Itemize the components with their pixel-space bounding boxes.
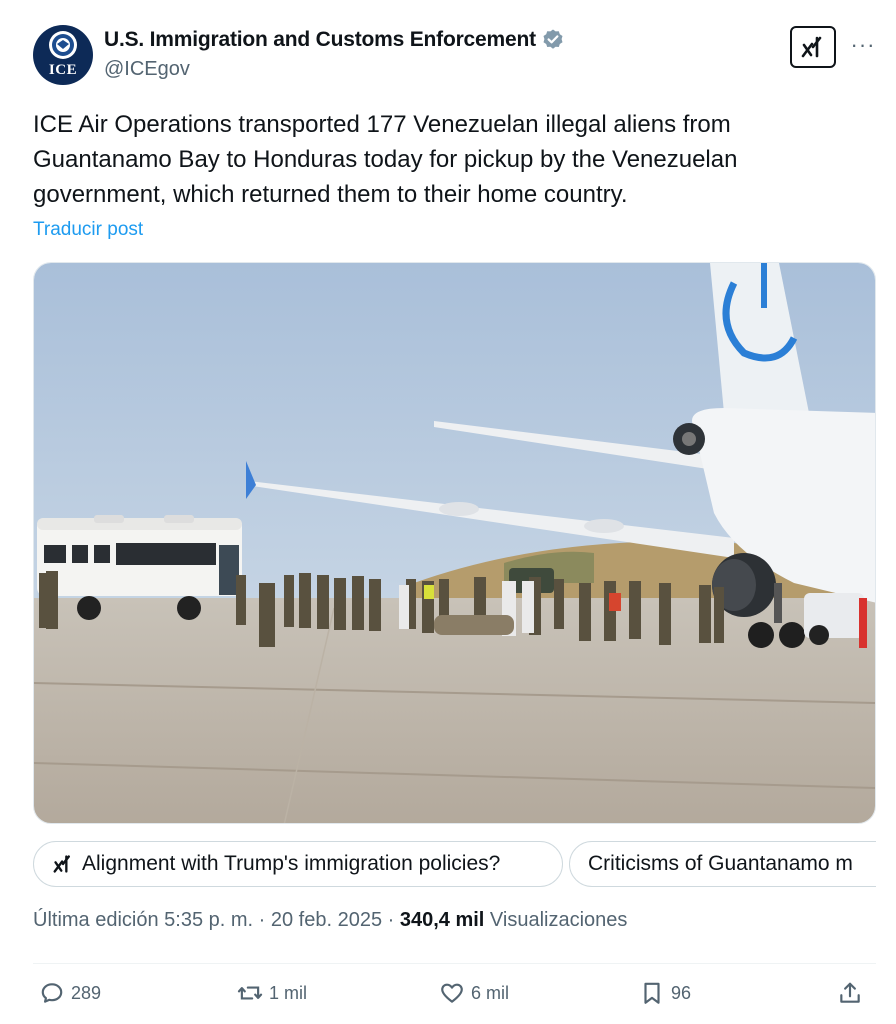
bookmark-button[interactable]: 96 <box>639 980 691 1006</box>
repost-icon <box>237 986 263 1000</box>
reply-button[interactable]: 289 <box>39 980 101 1006</box>
author-display-name[interactable]: U.S. Immigration and Customs Enforcement <box>104 28 536 52</box>
author-name-row: U.S. Immigration and Customs Enforcement <box>104 28 565 52</box>
divider <box>33 963 876 964</box>
suggestion-chip-label: Criticisms of Guantanamo m <box>588 852 853 875</box>
dhs-seal-icon <box>49 31 77 59</box>
post-text: ICE Air Operations transported 177 Venez… <box>33 111 738 208</box>
suggestion-chip[interactable]: Alignment with Trump's immigration polic… <box>33 841 563 887</box>
verified-badge-icon[interactable] <box>541 28 565 52</box>
bookmark-count: 96 <box>671 982 692 1003</box>
repost-button[interactable]: 1 mil <box>237 980 307 1006</box>
repost-count: 1 mil <box>269 982 308 1003</box>
post-meta: Última edición 5:35 p. m. · 20 feb. 2025… <box>33 909 627 932</box>
grok-icon <box>53 855 70 873</box>
avatar[interactable]: ICE <box>33 25 93 85</box>
share-button[interactable] <box>837 980 863 1006</box>
share-icon <box>840 982 860 1003</box>
airport-tarmac-photo <box>34 263 875 823</box>
like-button[interactable]: 6 mil <box>439 980 509 1006</box>
author-handle[interactable]: @ICEgov <box>104 58 190 81</box>
avatar-label: ICE <box>48 62 78 78</box>
reply-count: 289 <box>71 982 102 1003</box>
views-count: 340,4 mil <box>399 909 485 931</box>
more-icon[interactable]: ··· <box>848 30 878 60</box>
suggestion-chip-label: Alignment with Trump's immigration polic… <box>82 852 501 875</box>
translate-post-link[interactable]: Traducir post <box>33 219 143 241</box>
action-bar: 289 1 mil 6 mil 96 <box>33 980 876 1020</box>
grok-button[interactable] <box>790 26 836 68</box>
edited-timestamp[interactable]: Última edición 5:35 p. m. · 20 feb. 2025… <box>33 909 400 931</box>
reply-icon <box>41 983 63 1003</box>
suggestion-chip[interactable]: Criticisms of Guantanamo m <box>569 841 876 887</box>
like-count: 6 mil <box>471 982 510 1003</box>
bookmark-icon <box>644 982 660 1004</box>
like-icon <box>441 983 463 1003</box>
post-photo[interactable] <box>33 262 876 824</box>
grok-suggestions: Alignment with Trump's immigration polic… <box>33 841 876 887</box>
grok-icon <box>801 36 822 58</box>
views-label: Visualizaciones <box>484 909 628 931</box>
